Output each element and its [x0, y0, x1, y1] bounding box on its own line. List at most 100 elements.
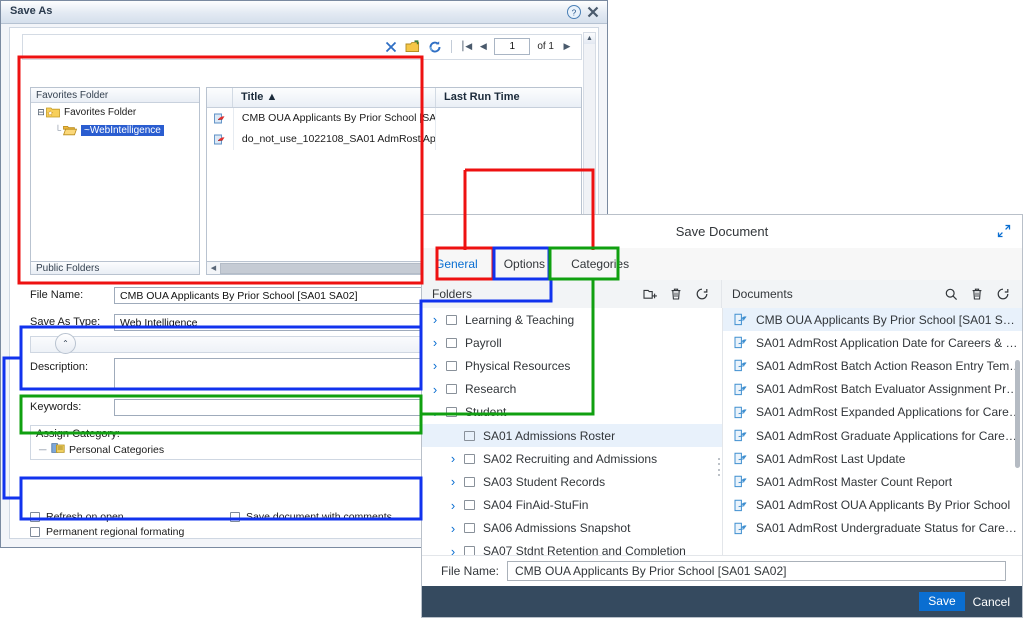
- tab-categories[interactable]: Categories: [558, 248, 642, 280]
- document-row[interactable]: SA01 AdmRost Graduate Applications for C…: [723, 424, 1022, 447]
- tree-row-favorites-root[interactable]: ⊟ Favorites Folder: [31, 103, 199, 121]
- save-as-titlebar: Save As ?: [1, 1, 607, 24]
- save-document-tabs: General Options Categories: [422, 248, 1022, 281]
- webi-document-icon: [207, 129, 234, 150]
- tree-row-webintelligence[interactable]: └ ~WebIntelligence: [31, 121, 199, 139]
- search-icon[interactable]: [944, 287, 958, 301]
- document-row[interactable]: SA01 AdmRost Undergraduate Status for Ca…: [723, 517, 1022, 540]
- folder-row[interactable]: › SA06 Admissions Snapshot: [422, 517, 722, 540]
- webi-document-icon: [733, 498, 748, 513]
- public-folders-tab[interactable]: Public Folders: [30, 261, 200, 275]
- column-header-last-run-time[interactable]: Last Run Time: [436, 88, 581, 107]
- document-row[interactable]: CMB OUA Applicants By Prior School [SA01…: [723, 308, 1022, 332]
- document-row[interactable]: SA01 AdmRost Batch Evaluator Assignment …: [723, 378, 1022, 401]
- chevron-right-icon[interactable]: ›: [446, 498, 460, 513]
- new-folder-icon[interactable]: [643, 287, 657, 301]
- folder-icon: [464, 523, 475, 534]
- folder-row[interactable]: SA01 Admissions Roster: [422, 423, 722, 448]
- folder-label: SA03 Student Records: [483, 474, 606, 489]
- folder-label: Student: [465, 405, 507, 420]
- documents-header-icons: [944, 287, 1022, 301]
- cancel-button[interactable]: Cancel: [973, 595, 1010, 609]
- folder-row[interactable]: › SA02 Recruiting and Admissions: [422, 447, 722, 470]
- document-row[interactable]: SA01 AdmRost OUA Applicants By Prior Sch…: [723, 494, 1022, 517]
- refresh-icon[interactable]: [426, 38, 443, 55]
- folders-pane-header: Folders: [422, 280, 722, 308]
- refresh-on-open-label: Refresh on open: [46, 510, 124, 523]
- next-page-button[interactable]: ▶: [561, 41, 573, 52]
- webi-document-icon: [733, 405, 748, 420]
- document-row[interactable]: SA01 AdmRost Master Count Report: [723, 470, 1022, 493]
- checkbox[interactable]: [30, 526, 40, 537]
- folder-row[interactable]: › Physical Resources: [422, 354, 722, 377]
- webi-document-icon: [733, 358, 748, 373]
- folder-row[interactable]: › SA03 Student Records: [422, 470, 722, 493]
- documents-pane-header: Documents: [722, 280, 1022, 308]
- folder-row[interactable]: › SA07 Stdnt Retention and Completion: [422, 540, 722, 556]
- tab-options[interactable]: Options: [491, 248, 558, 280]
- checkbox[interactable]: [230, 511, 240, 522]
- chevron-right-icon[interactable]: ›: [446, 451, 460, 466]
- documents-pane: CMB OUA Applicants By Prior School [SA01…: [723, 308, 1022, 556]
- file-name-input[interactable]: CMB OUA Applicants By Prior School [SA01…: [507, 561, 1006, 581]
- folder-row[interactable]: › Payroll: [422, 331, 722, 354]
- permanent-regional-formating-label: Permanent regional formating: [46, 525, 185, 538]
- page-number-input[interactable]: 1: [494, 38, 531, 55]
- collapse-toggle-button[interactable]: ⌃: [55, 333, 76, 354]
- pane-resize-grip[interactable]: [718, 458, 722, 476]
- chevron-right-icon[interactable]: ›: [446, 521, 460, 536]
- save-as-title: Save As: [10, 5, 53, 17]
- first-page-button[interactable]: ⎮◀: [460, 41, 473, 52]
- documents-scrollbar[interactable]: [1015, 360, 1020, 468]
- chevron-right-icon[interactable]: ›: [428, 312, 442, 327]
- expand-icon[interactable]: [996, 223, 1012, 239]
- table-cell-last-run-time: [436, 129, 581, 150]
- document-row[interactable]: SA01 AdmRost Batch Action Reason Entry T…: [723, 354, 1022, 377]
- save-document-file-name-row: File Name: CMB OUA Applicants By Prior S…: [422, 555, 1022, 586]
- document-row[interactable]: SA01 AdmRost Application Date for Career…: [723, 331, 1022, 354]
- close-icon[interactable]: [585, 4, 601, 20]
- permanent-regional-formating-option[interactable]: Permanent regional formating: [30, 524, 230, 539]
- delete-icon[interactable]: [382, 38, 399, 55]
- save-document-header: Save Document: [422, 215, 1022, 249]
- tab-general[interactable]: General: [422, 248, 491, 280]
- chevron-right-icon[interactable]: ›: [428, 335, 442, 350]
- document-list-header: Title ▲ Last Run Time: [207, 88, 581, 108]
- refresh-icon[interactable]: [996, 287, 1010, 301]
- folder-row[interactable]: › Learning & Teaching: [422, 308, 722, 331]
- document-row[interactable]: SA01 AdmRost Expanded Applications for C…: [723, 401, 1022, 424]
- save-document-with-comments-option[interactable]: Save document with comments: [230, 509, 392, 524]
- table-row[interactable]: CMB OUA Applicants By Prior School [SA01…: [207, 108, 581, 129]
- chevron-down-icon[interactable]: ⌄: [428, 404, 442, 420]
- save-document-with-comments-label: Save document with comments: [246, 510, 392, 523]
- folder-icon: [446, 314, 457, 325]
- table-row[interactable]: do_not_use_1022108_SA01 AdmRost Applicat…: [207, 129, 581, 150]
- delete-icon[interactable]: [970, 287, 984, 301]
- favorites-tree-header: Favorites Folder: [31, 88, 199, 103]
- help-icon[interactable]: ?: [566, 4, 582, 20]
- scroll-left-icon[interactable]: ◀: [207, 264, 220, 272]
- save-button[interactable]: Save: [919, 592, 965, 611]
- chevron-right-icon[interactable]: ›: [428, 358, 442, 373]
- keywords-label: Keywords:: [30, 401, 82, 413]
- prev-page-button[interactable]: ◀: [477, 41, 489, 52]
- new-folder-icon[interactable]: [404, 38, 421, 55]
- chevron-right-icon[interactable]: ›: [428, 382, 442, 397]
- column-header-icon: [207, 88, 233, 107]
- chevron-right-icon[interactable]: ›: [446, 474, 460, 489]
- folder-row[interactable]: ⌄ Student: [422, 401, 722, 424]
- document-label: SA01 AdmRost OUA Applicants By Prior Sch…: [756, 498, 1011, 513]
- scroll-up-icon[interactable]: ▲: [584, 33, 595, 44]
- document-label: SA01 AdmRost Application Date for Career…: [756, 335, 1022, 350]
- document-row[interactable]: SA01 AdmRost Last Update: [723, 447, 1022, 470]
- tree-twisty-icon[interactable]: ⊟: [36, 107, 46, 118]
- column-header-title[interactable]: Title ▲: [233, 88, 436, 107]
- delete-icon[interactable]: [669, 287, 683, 301]
- folder-row[interactable]: › Research: [422, 378, 722, 401]
- folder-row[interactable]: › SA04 FinAid-StuFin: [422, 494, 722, 517]
- refresh-on-open-option[interactable]: Refresh on open: [30, 509, 230, 524]
- folder-label: Payroll: [465, 335, 502, 350]
- checkbox[interactable]: [30, 511, 40, 522]
- refresh-icon[interactable]: [695, 287, 709, 301]
- personal-categories-row[interactable]: ─ Personal Categories: [31, 440, 429, 457]
